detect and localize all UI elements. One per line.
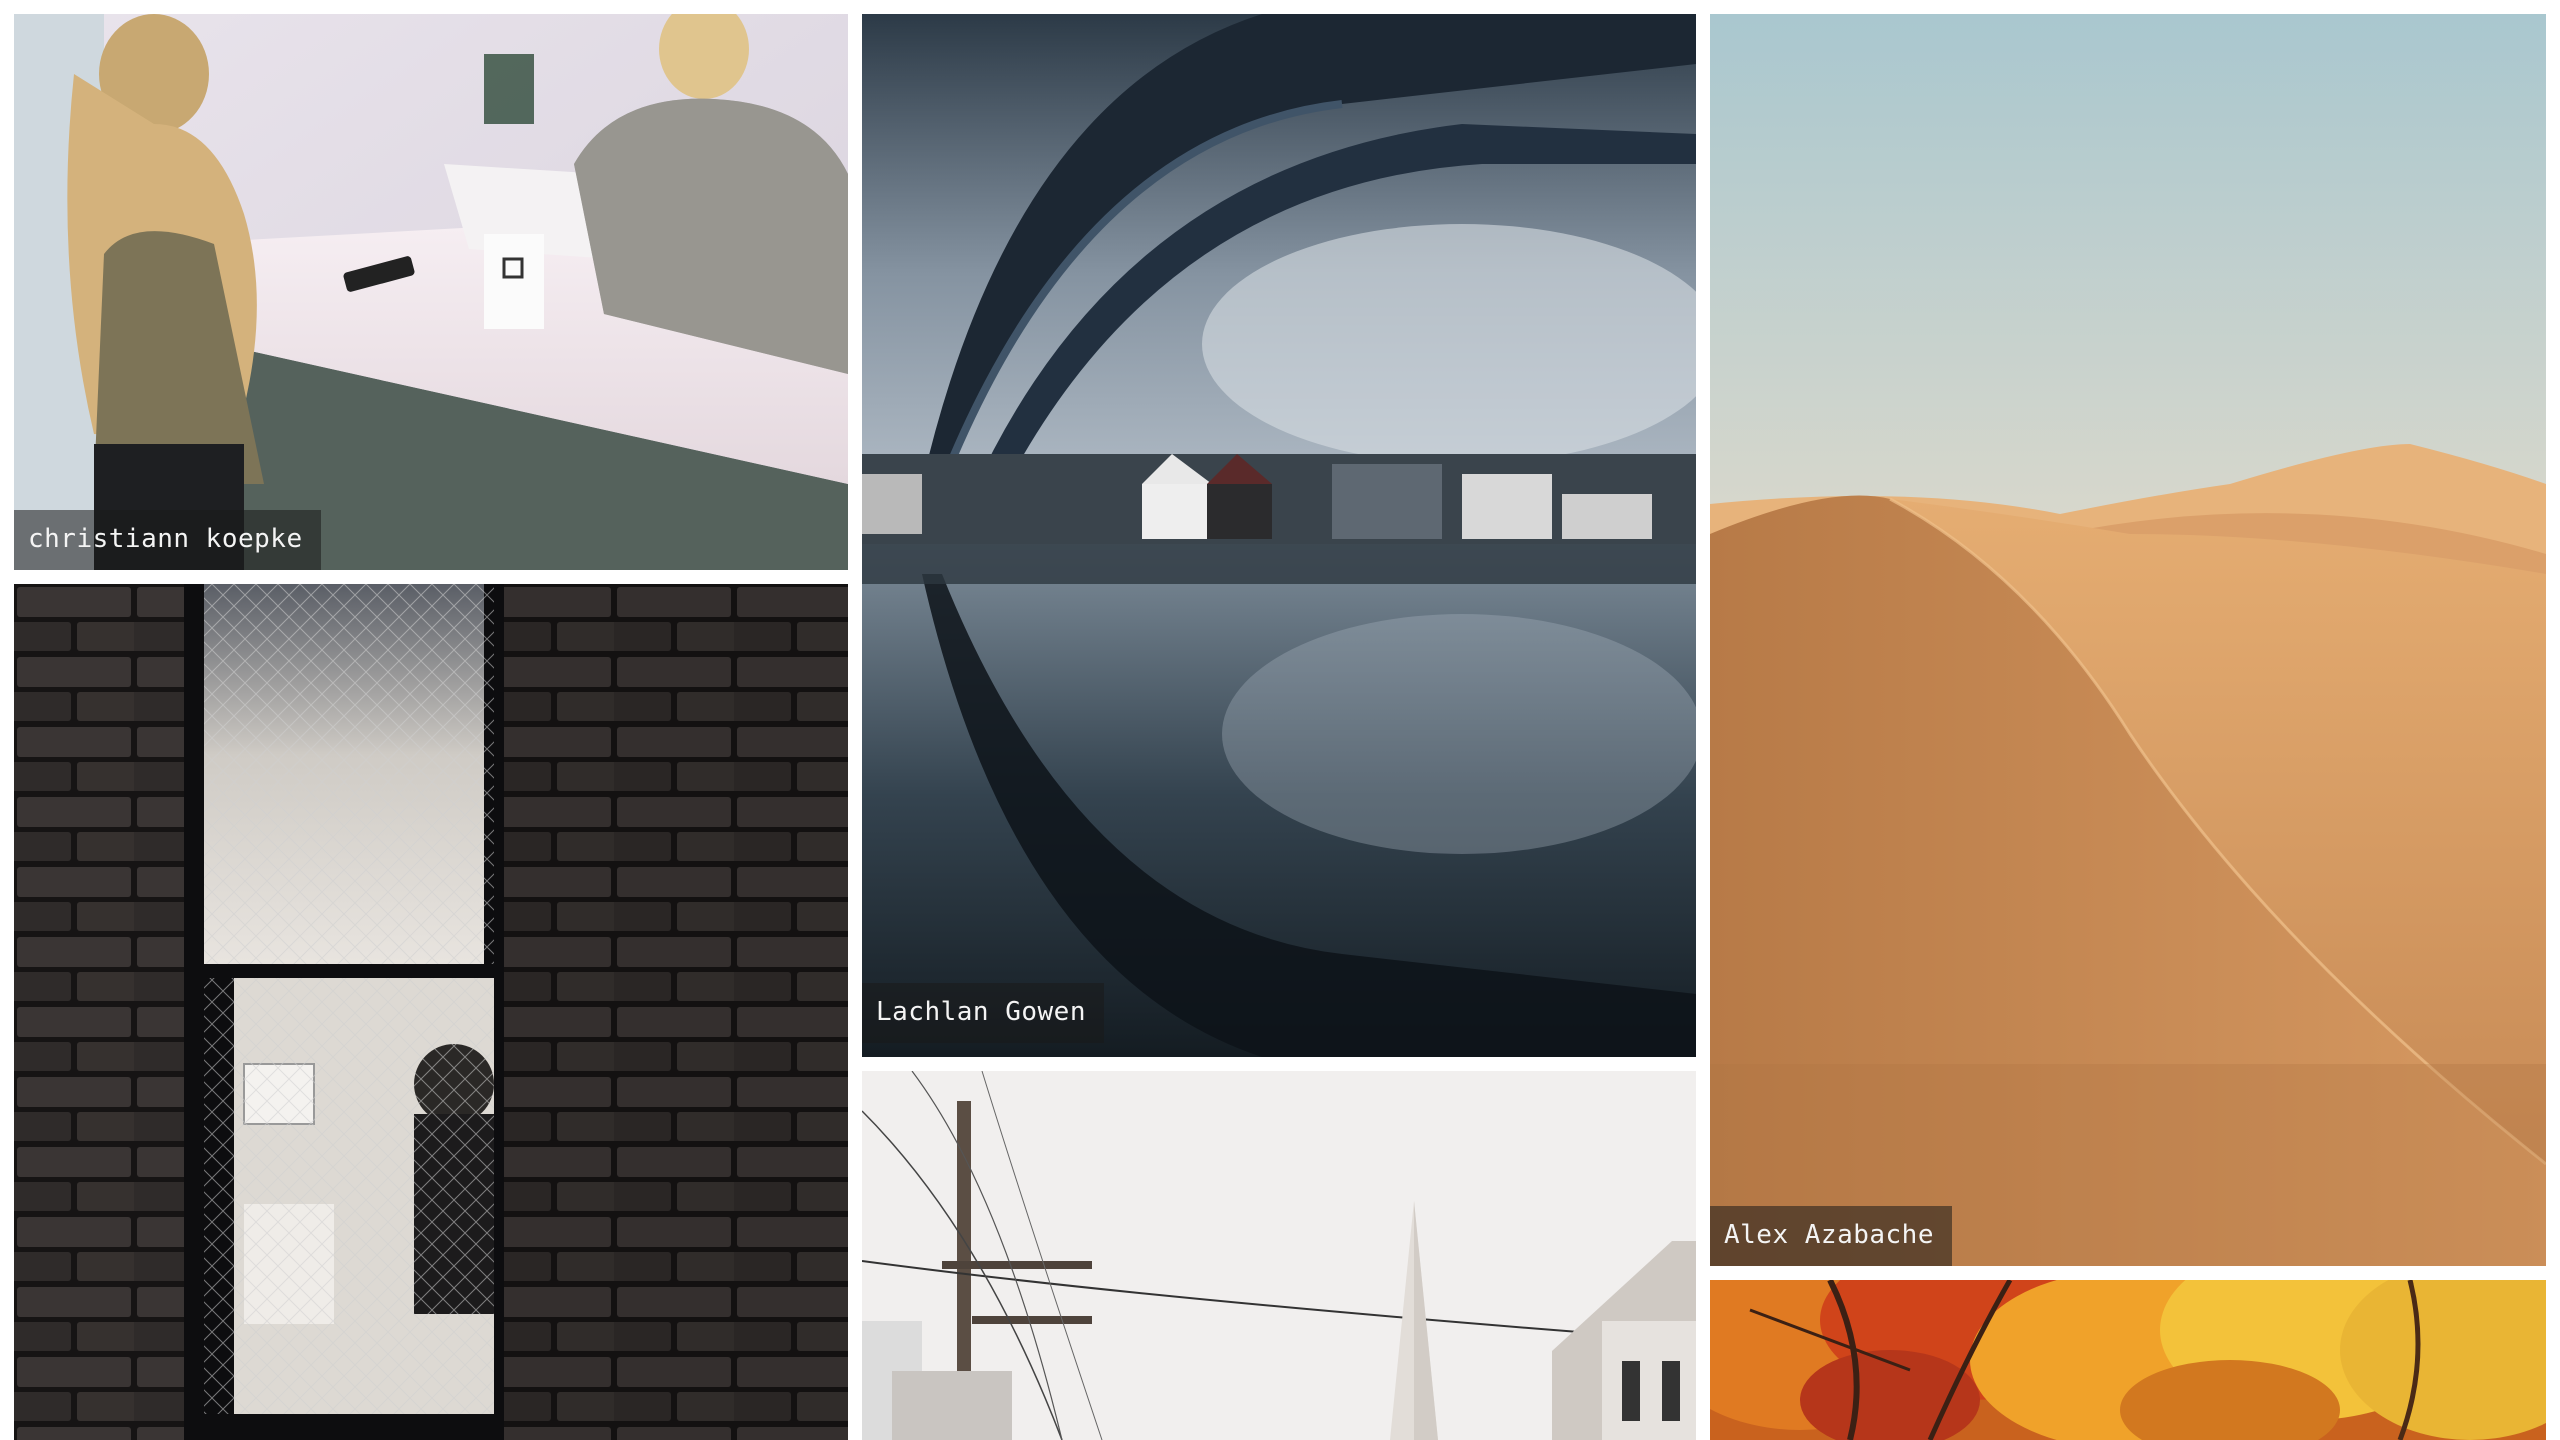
autumn-trees-image <box>1710 1280 2546 1440</box>
city-street-powerlines-image <box>862 1071 1696 1440</box>
photo-tile-desert-dunes[interactable]: Alex Azabache <box>1710 14 2546 1266</box>
photo-gallery: christiann koepke Lachlan Gowen Alex Aza… <box>0 0 2560 1440</box>
photo-tile-bridge-reflection[interactable]: Lachlan Gowen <box>862 14 1696 1057</box>
bridge-reflection-image <box>862 14 1696 1057</box>
photo-tile-brick-wall-window[interactable] <box>14 584 848 1440</box>
photo-tile-city-street-powerlines[interactable] <box>862 1071 1696 1440</box>
desert-dunes-image <box>1710 14 2546 1266</box>
photo-credit: Lachlan Gowen <box>862 983 1104 1043</box>
photo-tile-autumn-trees[interactable] <box>1710 1280 2546 1440</box>
photo-credit: christiann koepke <box>14 510 321 570</box>
brick-wall-window-image <box>14 584 848 1440</box>
checkout-counter-image <box>14 14 848 570</box>
photo-tile-checkout-counter[interactable]: christiann koepke <box>14 14 848 570</box>
photo-credit: Alex Azabache <box>1710 1206 1952 1266</box>
